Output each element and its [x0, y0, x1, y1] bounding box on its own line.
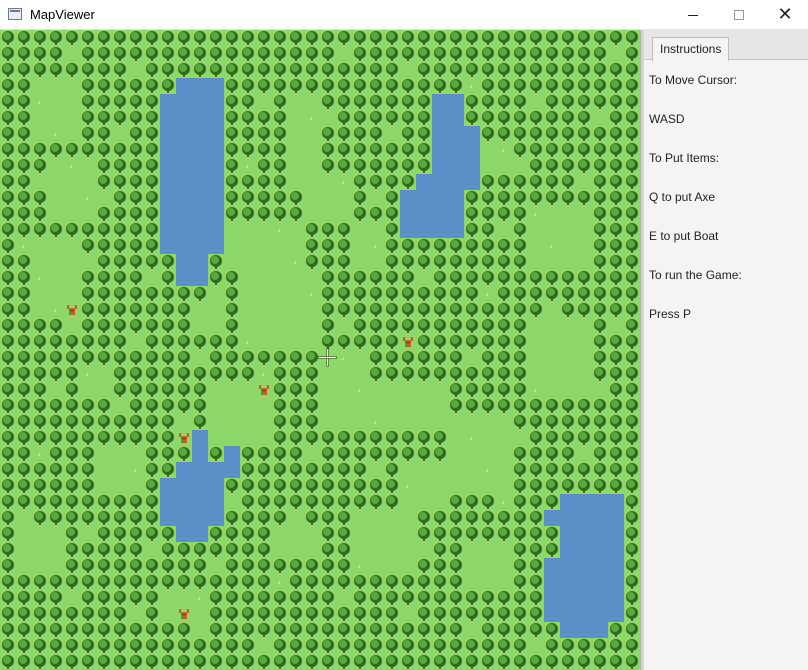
- title-bar: MapViewer ✕: [0, 0, 808, 30]
- instructions-panel: Instructions To Move Cursor: WASD To Put…: [643, 30, 808, 670]
- water-tile: [544, 510, 576, 526]
- close-icon: ✕: [777, 4, 793, 25]
- app-window-icon: [8, 8, 22, 20]
- instruction-line: E to put Boat: [649, 229, 719, 243]
- water-tile: [400, 190, 464, 238]
- instruction-line: To Move Cursor:: [649, 73, 738, 87]
- water-tile: [176, 510, 208, 542]
- minimize-button[interactable]: [670, 0, 716, 30]
- window-title: MapViewer: [30, 7, 95, 22]
- close-button[interactable]: ✕: [762, 0, 808, 30]
- maximize-button[interactable]: [716, 0, 762, 30]
- instruction-line: WASD: [649, 112, 685, 126]
- tab-instructions[interactable]: Instructions: [652, 37, 730, 61]
- instruction-line: To Put Items:: [649, 151, 720, 165]
- minimize-icon: [688, 14, 698, 16]
- water-tile: [224, 446, 240, 478]
- instruction-line: Press P: [649, 307, 692, 321]
- instruction-line: To run the Game:: [649, 268, 742, 282]
- tab-header: Instructions: [644, 30, 808, 61]
- crosshair-icon: [319, 349, 336, 366]
- instruction-line: Q to put Axe: [649, 190, 716, 204]
- tile-map[interactable]: [0, 30, 640, 670]
- maximize-icon: [734, 10, 744, 20]
- water-tile: [160, 206, 224, 254]
- instructions-text: To Move Cursor: WASD To Put Items: Q to …: [649, 72, 742, 345]
- water-tile: [560, 606, 608, 638]
